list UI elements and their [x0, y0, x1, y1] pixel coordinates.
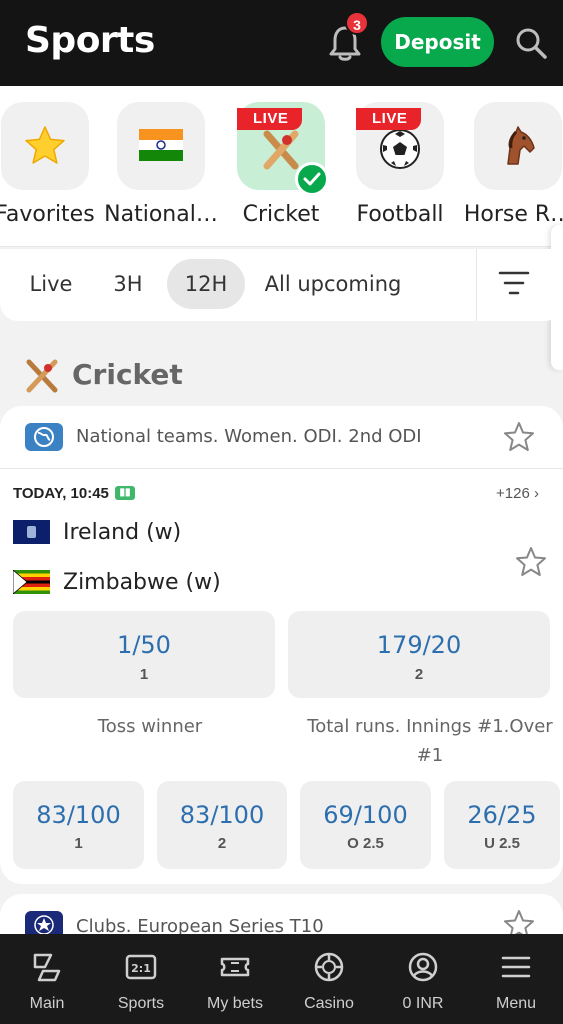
sport-label: Favorites — [0, 202, 95, 227]
nav-label: My bets — [206, 995, 263, 1012]
selected-check-icon — [295, 162, 329, 196]
main-icon — [33, 953, 61, 982]
league-header[interactable]: National teams. Women. ODI. 2nd ODI — [0, 406, 563, 469]
odds-button[interactable]: 1/50 1 — [13, 611, 275, 698]
football-icon — [380, 129, 420, 169]
odds-label: O 2.5 — [347, 835, 384, 852]
section-title: Cricket — [72, 358, 183, 391]
ticket-icon — [220, 957, 250, 977]
sport-item-national[interactable]: National… — [102, 102, 220, 242]
time-filter-bar: Live 3H 12H All upcoming — [0, 249, 563, 321]
team-away: Zimbabwe (w) — [63, 570, 221, 595]
page-title: Sports — [25, 20, 155, 61]
odds-value: 83/100 — [36, 801, 121, 829]
casino-chip-icon — [314, 952, 344, 982]
nav-label: Casino — [304, 995, 354, 1012]
sports-app: Sports 3 Deposit Favorites National… LIV… — [0, 0, 563, 1024]
sport-item-favorites[interactable]: Favorites — [0, 102, 104, 242]
globe-icon — [25, 423, 63, 451]
nav-menu[interactable]: Menu — [469, 934, 563, 1024]
live-badge: LIVE — [356, 108, 422, 130]
nav-label: 0 INR — [402, 995, 444, 1012]
league-name: National teams. Women. ODI. 2nd ODI — [76, 426, 422, 447]
filter-icon[interactable] — [498, 268, 530, 298]
top-bar: Sports 3 Deposit — [0, 0, 563, 86]
odds-value: 26/25 — [467, 801, 537, 829]
bottom-nav: Main 2:1 Sports My bets Casino 0 INR Men… — [0, 934, 563, 1024]
market-title: Total runs. Innings #1.Over #1 — [307, 716, 553, 766]
event-card: National teams. Women. ODI. 2nd ODI TODA… — [0, 406, 563, 884]
nav-main[interactable]: Main — [0, 934, 94, 1024]
nav-label: Main — [29, 995, 65, 1012]
divider — [476, 249, 477, 321]
sport-label: Cricket — [242, 202, 320, 227]
nav-label: Sports — [117, 995, 165, 1012]
star-icon — [25, 126, 65, 164]
sport-tile — [474, 102, 562, 190]
filter-live[interactable]: Live — [17, 259, 85, 309]
cricket-icon — [263, 130, 299, 170]
event-time: TODAY, 10:45 — [13, 485, 109, 502]
svg-text:2:1: 2:1 — [131, 962, 151, 975]
sport-item-football[interactable]: LIVE Football — [341, 102, 459, 242]
odds-label: U 2.5 — [484, 835, 520, 852]
sport-tile — [117, 102, 205, 190]
odds-label: 1 — [74, 835, 83, 852]
sports-scoreboard-icon: 2:1 — [125, 954, 157, 980]
sport-label: National… — [104, 202, 218, 227]
odds-button[interactable]: 179/20 2 — [288, 611, 550, 698]
sport-label: Horse R… — [463, 202, 563, 227]
favorite-star-icon[interactable] — [502, 420, 536, 454]
nav-casino[interactable]: Casino — [282, 934, 376, 1024]
search-icon[interactable] — [514, 26, 548, 60]
market-title: Toss winner — [97, 716, 203, 737]
odds-button[interactable]: 69/100 O 2.5 — [300, 781, 431, 869]
nav-label: Menu — [495, 995, 537, 1012]
scoreboard-icon: ▮▮ — [115, 486, 135, 500]
favorite-star-icon[interactable] — [514, 545, 548, 579]
ireland-flag-icon — [13, 520, 50, 544]
odds-label: 2 — [414, 666, 424, 683]
sport-label: Football — [356, 202, 444, 227]
team-home: Ireland (w) — [63, 520, 182, 545]
odds-value: 1/50 — [117, 631, 171, 659]
horse-icon — [507, 126, 535, 165]
notification-badge: 3 — [345, 11, 369, 35]
filter-12h[interactable]: 12H — [167, 259, 245, 309]
menu-icon — [501, 956, 531, 978]
sport-carousel[interactable]: Favorites National… LIVE Cricket LIVE Fo… — [0, 86, 563, 247]
odds-value: 83/100 — [179, 801, 265, 829]
more-markets-count: +126 — [496, 485, 530, 502]
sport-tile — [1, 102, 89, 190]
deposit-button[interactable]: Deposit — [381, 17, 494, 67]
sport-item-horse-racing[interactable]: Horse R… — [459, 102, 563, 242]
odds-value: 69/100 — [323, 801, 408, 829]
odds-value: 179/20 — [376, 631, 462, 659]
odds-label: 1 — [139, 666, 149, 683]
cricket-icon — [26, 359, 58, 393]
zimbabwe-flag-icon — [13, 570, 50, 594]
nav-account[interactable]: 0 INR — [376, 934, 470, 1024]
odds-label: 2 — [217, 835, 227, 852]
nav-sports[interactable]: 2:1 Sports — [94, 934, 188, 1024]
filter-3h[interactable]: 3H — [99, 259, 157, 309]
sport-tile-selected: LIVE — [237, 102, 329, 196]
odds-button[interactable]: 83/100 2 — [157, 781, 287, 869]
odds-button[interactable]: 26/25 U 2.5 — [444, 781, 560, 869]
live-badge: LIVE — [237, 108, 303, 130]
india-flag-icon — [139, 129, 183, 161]
nav-my-bets[interactable]: My bets — [188, 934, 282, 1024]
odds-button[interactable]: 83/100 1 — [13, 781, 144, 869]
filter-all-upcoming[interactable]: All upcoming — [260, 259, 406, 309]
sport-item-cricket[interactable]: LIVE Cricket — [222, 102, 340, 242]
more-markets-link[interactable]: +126 › — [496, 485, 539, 502]
sport-tile: LIVE — [356, 102, 444, 190]
account-icon — [408, 952, 438, 982]
